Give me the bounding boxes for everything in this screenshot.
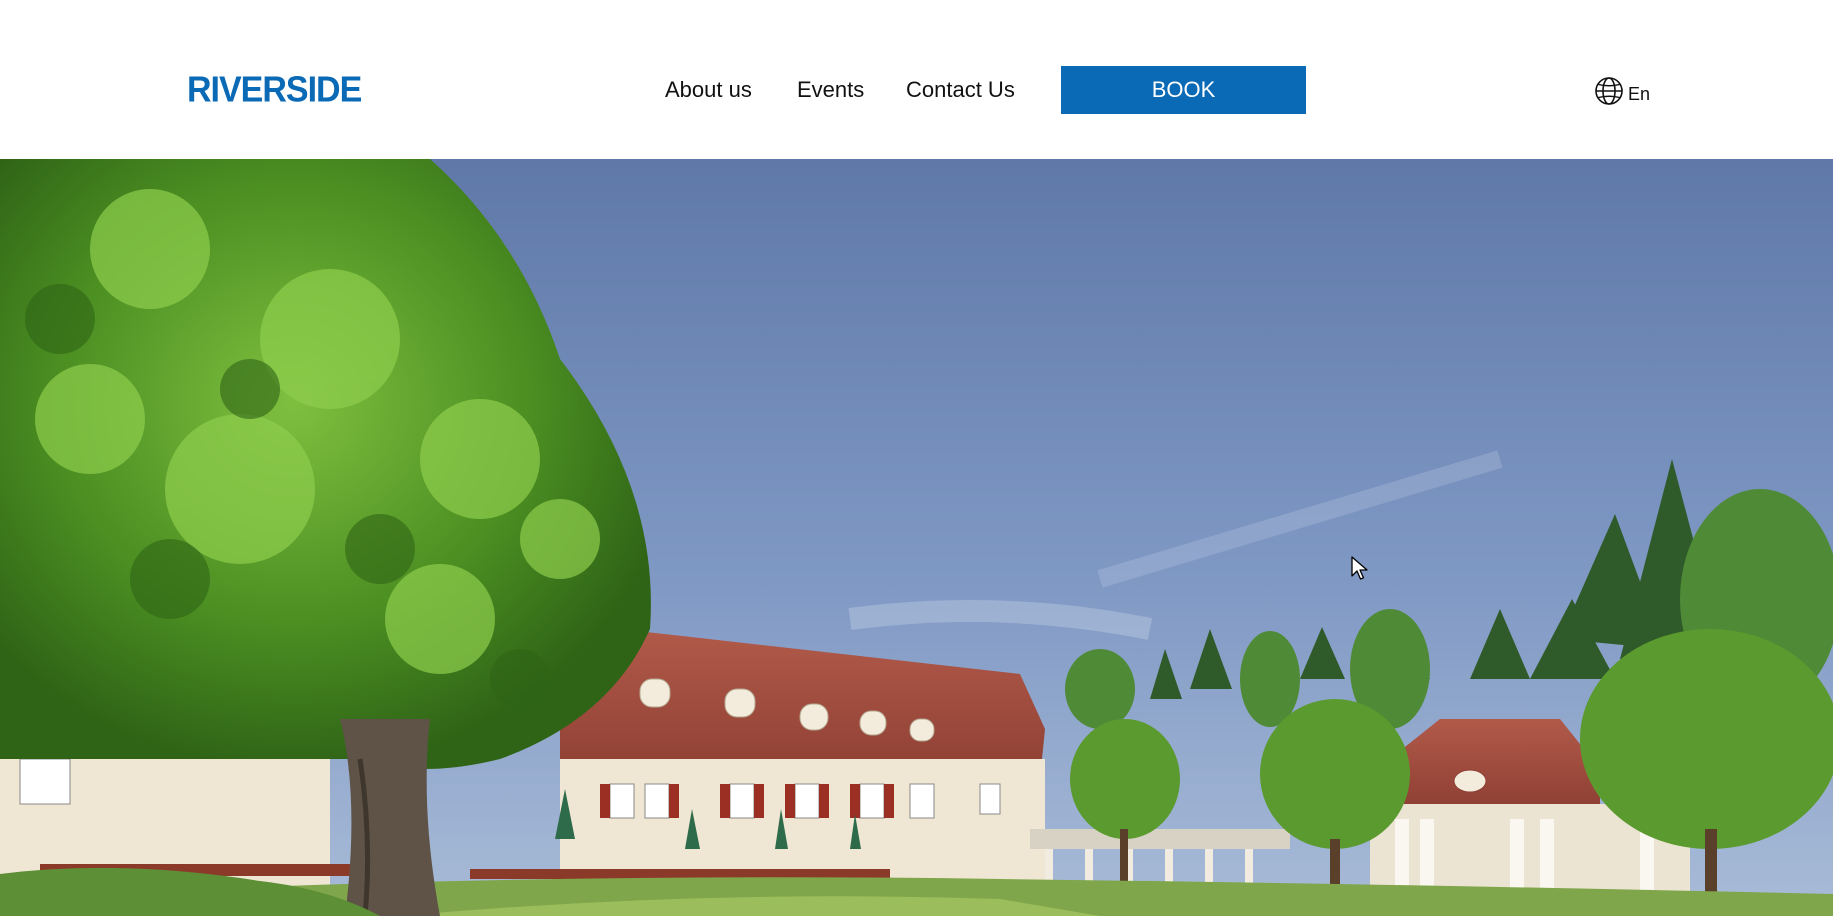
nav-contact-us[interactable]: Contact Us	[906, 76, 1015, 104]
language-selector[interactable]: En	[1594, 76, 1650, 111]
nav-events[interactable]: Events	[797, 76, 864, 104]
globe-icon	[1594, 76, 1624, 111]
book-button[interactable]: BOOK	[1061, 66, 1306, 114]
language-label: En	[1628, 83, 1651, 104]
hotel-photo	[0, 159, 1833, 916]
mouse-cursor-icon	[1351, 556, 1369, 587]
hero-image	[0, 159, 1833, 916]
nav-about-us[interactable]: About us	[665, 76, 752, 104]
site-header: RIVERSIDE About us Events Contact Us BOO…	[0, 0, 1833, 159]
site-logo[interactable]: RIVERSIDE	[187, 69, 362, 111]
